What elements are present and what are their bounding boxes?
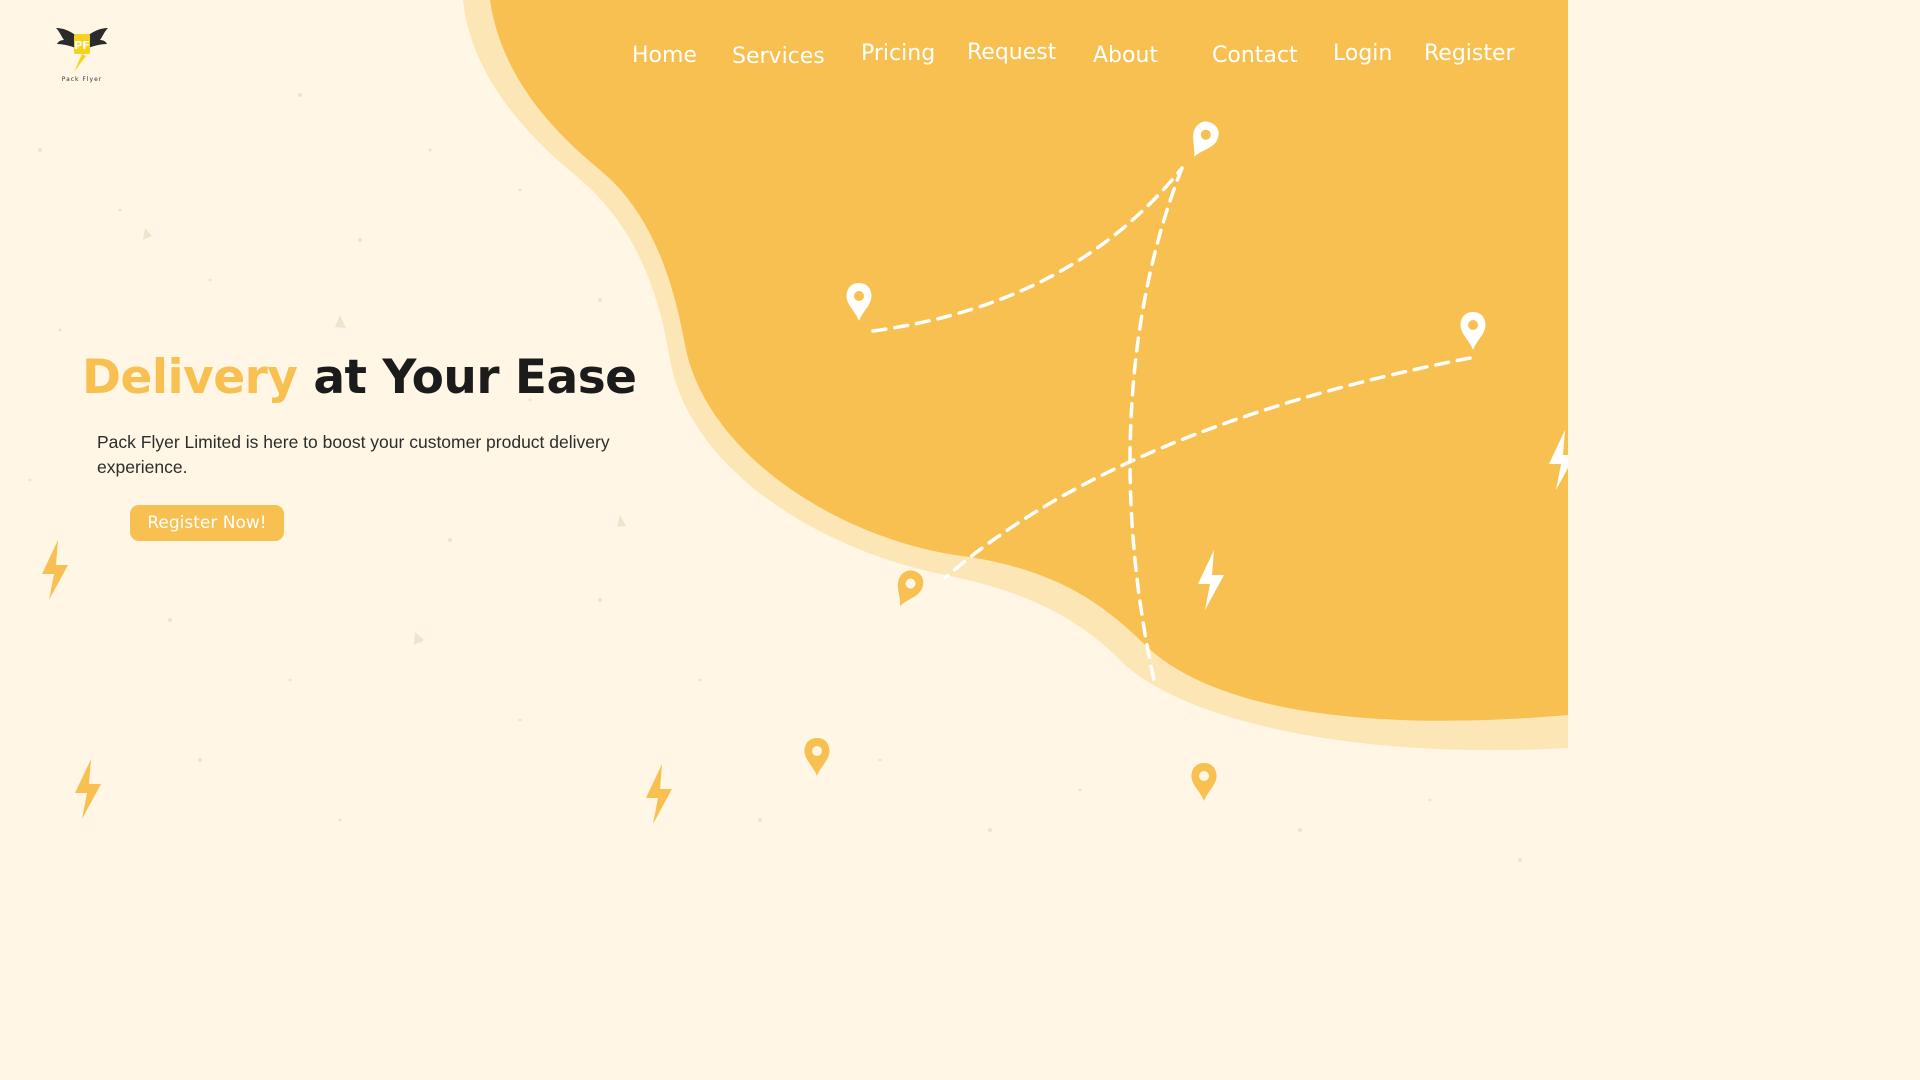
map-pin-icon [888, 566, 928, 612]
brand-logo[interactable]: PF Pack Flyer [52, 24, 112, 86]
nav-register[interactable]: Register [1424, 41, 1515, 66]
map-pin-icon [804, 738, 830, 776]
hero-subtitle: Pack Flyer Limited is here to boost your… [97, 432, 610, 477]
lightning-bolt-icon [42, 540, 68, 600]
nav-request[interactable]: Request [967, 40, 1056, 65]
brand-caption: Pack Flyer [61, 76, 103, 83]
blob-main [490, 0, 1568, 721]
winged-bolt-logo-icon: PF [56, 28, 108, 72]
nav-about[interactable]: About [1093, 43, 1158, 68]
lightning-bolt-icon [646, 764, 672, 824]
map-pin-icon [1191, 763, 1217, 801]
hero-title: Delivery at Your Ease [82, 350, 637, 405]
hero-title-rest: at Your Ease [297, 350, 637, 405]
hero-title-accent: Delivery [82, 350, 298, 405]
nav-services[interactable]: Services [732, 44, 825, 69]
nav-login[interactable]: Login [1333, 41, 1392, 66]
nav-home[interactable]: Home [632, 43, 697, 68]
nav-pricing[interactable]: Pricing [861, 41, 935, 66]
lightning-bolt-icon [75, 759, 101, 819]
register-now-button[interactable]: Register Now! [130, 505, 284, 541]
nav-contact[interactable]: Contact [1212, 43, 1298, 68]
svg-text:PF: PF [74, 39, 90, 52]
